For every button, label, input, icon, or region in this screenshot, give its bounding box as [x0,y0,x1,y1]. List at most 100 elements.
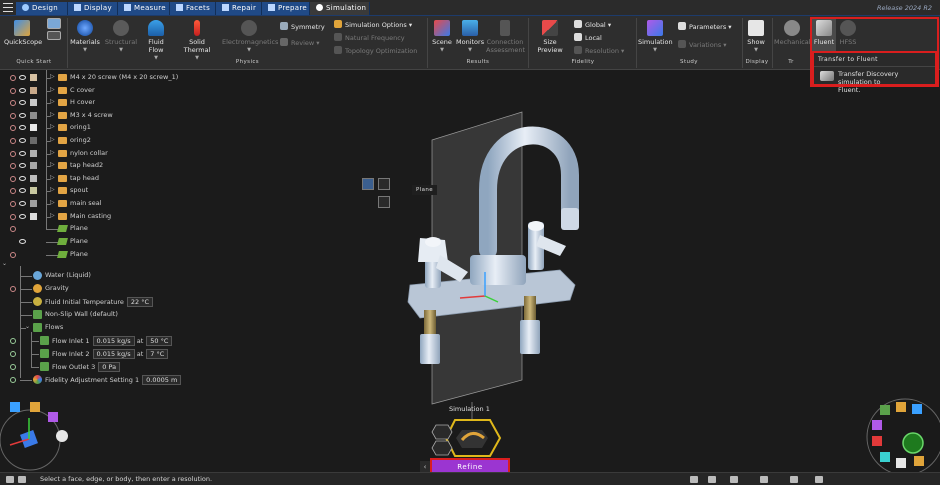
options-icon [334,20,342,28]
connection-icon [500,20,510,36]
group-physics: Physics [235,59,260,65]
symmetry-icon [280,22,288,30]
group-display: Display [745,59,769,65]
ribbon-separator [742,18,743,68]
ribbon-separator [427,18,428,68]
mechanical-icon [784,20,800,36]
ribbon-separator [636,18,637,68]
review-icon [280,38,288,46]
simulation-label: Simulation 1 [449,405,490,413]
scene-button[interactable]: Scene ▼ [430,20,454,53]
select-box-icon[interactable] [378,178,390,190]
structural-button[interactable]: Structural ▼ [104,20,138,53]
fluid-flow-button[interactable]: Fluid Flow ▼ [140,20,172,61]
ruler-icon [124,4,131,11]
thermometer-icon [194,20,200,36]
mechanical-transfer-button[interactable]: Mechanical [774,20,811,46]
tap-head-right [528,221,566,270]
selection-filter-icon[interactable] [760,476,768,483]
group-quick-start: Quick Start [16,59,52,65]
parameters-button[interactable]: Parameters ▾ [678,22,732,31]
section-icon[interactable] [378,196,390,208]
hfss-transfer-button[interactable]: HFSS [838,20,858,46]
tab-repair[interactable]: Repair [216,2,262,15]
solid-thermal-button[interactable]: Solid Thermal ▼ [176,20,218,61]
wrench-icon [222,4,229,11]
view-navigator-right [866,398,940,472]
monitor-icon [47,18,61,29]
hex-small-top [431,424,453,440]
simulation-study-button[interactable]: Simulation ▼ [638,20,673,53]
connection-assessment-button[interactable]: Connection Assessment [486,20,525,54]
quickscope-icon [14,20,30,36]
local-icon [574,33,582,41]
topology-icon [334,46,342,54]
parameters-icon [678,22,686,30]
ribbon-separator [772,18,773,68]
symmetry-button[interactable]: Symmetry [280,22,325,31]
variations-icon [678,40,686,48]
hex-small-bottom [431,440,453,456]
global-fidelity-button[interactable]: Global ▾ [574,20,611,29]
tab-facets[interactable]: Facets [170,2,216,15]
ribbon-separator [528,18,529,68]
topology-optimization-button[interactable]: Topology Optimization [334,46,417,55]
show-icon [748,20,764,36]
show-button[interactable]: Show ▼ [744,20,768,53]
natural-frequency-button[interactable]: Natural Frequency [334,33,405,42]
tab-measure[interactable]: Measure [118,2,170,15]
group-study: Study [680,59,698,65]
electromagnetics-button[interactable]: Electromagnetics ▼ [222,20,278,53]
selection-filter-icon[interactable] [730,476,738,483]
group-fidelity: Fidelity [571,59,595,65]
display-preset-button[interactable] [44,18,64,42]
resolution-button[interactable]: Resolution ▾ [574,46,624,55]
plane-tag: Plane [412,185,438,195]
review-button[interactable]: Review ▾ [280,38,320,47]
hamburger-menu-icon[interactable] [3,3,13,12]
pencil-icon [22,4,29,11]
simulation-options-button[interactable]: Simulation Options ▾ [334,20,412,29]
display-icon[interactable] [815,476,823,483]
status-bar: Select a face, edge, or body, then enter… [0,472,940,485]
local-fidelity-button[interactable]: Local [574,33,602,42]
cursor-mode-icon[interactable] [690,476,698,483]
cursor-mode-icon[interactable] [708,476,716,483]
global-icon [574,20,582,28]
monitors-button[interactable]: Monitors ▼ [456,20,484,53]
tab-design[interactable]: Design [16,2,68,15]
tab-display[interactable]: Display [68,2,118,15]
view-navigator-left [0,402,68,471]
base-cover [470,255,526,285]
scene-icon [434,20,450,36]
tab-simulation[interactable]: Simulation [310,2,370,15]
status-icon [18,476,26,483]
fluent-transfer-button[interactable]: Fluent [812,19,836,51]
shank-left [424,310,436,336]
size-preview-button[interactable]: Size Preview [532,20,568,54]
shank-right-nut [520,320,540,354]
simulation-icon [316,4,323,11]
status-icon [6,476,14,483]
frequency-icon [334,33,342,41]
tab-prepare[interactable]: Prepare [262,2,310,15]
materials-button[interactable]: Materials ▼ [70,20,100,53]
release-label: Release 2024 R2 [876,4,932,12]
tab-strip: Design Display Measure Facets Repair Pre… [0,0,940,16]
gear-icon [113,20,129,36]
layout-icon[interactable] [790,476,798,483]
resolution-icon [574,46,582,54]
quickscope-button[interactable]: QuickScope [4,20,42,46]
shank-left-nut [420,334,440,364]
tooltip-title: Transfer to Fluent [814,53,935,67]
select-arrow-icon[interactable] [362,178,374,190]
variations-button[interactable]: Variations ▾ [678,40,727,49]
materials-icon [77,20,93,36]
fluent-icon [816,20,832,36]
monitor-icon [47,31,61,40]
antenna-icon [241,20,257,36]
hfss-icon [840,20,856,36]
status-text: Select a face, edge, or body, then enter… [40,475,213,483]
monitors-icon [462,20,478,36]
spout-tip [561,208,579,230]
